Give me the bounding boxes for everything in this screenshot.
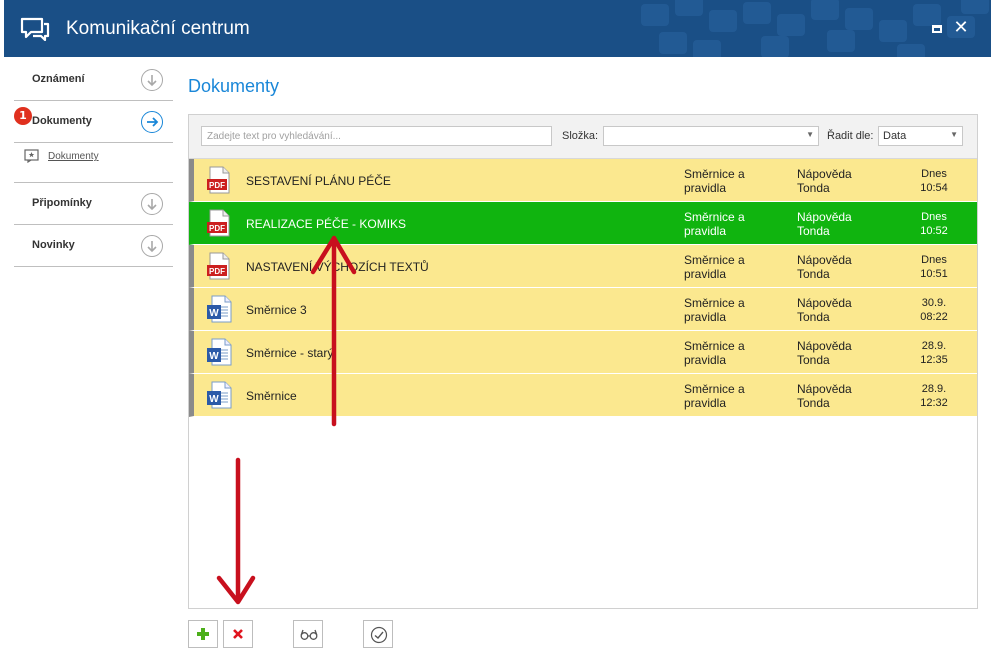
sidebar-subitem-dokumenty[interactable]: Dokumenty bbox=[14, 143, 173, 183]
pdf-file-icon: PDF bbox=[207, 209, 230, 237]
maximize-button[interactable] bbox=[927, 18, 947, 38]
sidebar-item-label: Oznámení bbox=[32, 73, 85, 85]
document-author: Nápověda Tonda bbox=[797, 296, 852, 324]
pdf-icon-text: PDF bbox=[209, 267, 225, 276]
document-date-day: 28.9. bbox=[921, 383, 947, 395]
window-title: Komunikační centrum bbox=[66, 18, 250, 39]
document-date-time: 08:22 bbox=[920, 311, 948, 323]
document-folder: Směrnice a pravidla bbox=[684, 339, 745, 367]
document-date: Dnes 10:54 bbox=[904, 167, 964, 195]
document-row[interactable]: PDF NASTAVENÍ VÝCHOZÍCH TEXTŮ Směrnice a… bbox=[189, 245, 977, 288]
chat-bubbles-icon bbox=[20, 17, 50, 41]
document-star-icon bbox=[24, 149, 39, 163]
check-circle-icon bbox=[370, 626, 388, 644]
maximize-icon bbox=[932, 25, 942, 33]
document-author: Nápověda Tonda bbox=[797, 253, 852, 281]
expand-arrow-icon[interactable] bbox=[141, 235, 163, 257]
sidebar: Oznámení 1 Dokumenty Dokumenty Připomínk… bbox=[14, 59, 173, 267]
notification-badge: 1 bbox=[14, 107, 32, 125]
document-folder: Směrnice a pravidla bbox=[684, 296, 745, 324]
sort-label: Řadit dle: bbox=[827, 130, 874, 142]
close-button[interactable]: ✕ bbox=[951, 18, 971, 38]
communication-center-window: Komunikační centrum ✕ Oznámení 1 Dokumen… bbox=[0, 0, 991, 658]
arrow-right-icon[interactable] bbox=[141, 111, 163, 133]
chevron-down-icon: ▼ bbox=[806, 130, 814, 139]
document-date-time: 10:51 bbox=[920, 268, 948, 280]
delete-x-icon bbox=[233, 629, 243, 639]
document-author: Nápověda Tonda bbox=[797, 167, 852, 195]
plus-icon bbox=[197, 628, 209, 640]
sidebar-item-label: Novinky bbox=[32, 239, 75, 251]
document-date-time: 12:35 bbox=[920, 354, 948, 366]
document-author: Nápověda Tonda bbox=[797, 382, 852, 410]
word-icon-text: W bbox=[209, 308, 219, 319]
sidebar-item-dokumenty[interactable]: 1 Dokumenty bbox=[14, 101, 173, 143]
sidebar-item-novinky[interactable]: Novinky bbox=[14, 225, 173, 267]
pdf-icon-text: PDF bbox=[209, 224, 225, 233]
document-row[interactable]: W Směrnice - starý Směrnice a pravidla N… bbox=[189, 331, 977, 374]
document-folder: Směrnice a pravidla bbox=[684, 210, 745, 238]
folder-select[interactable]: ▼ bbox=[603, 126, 819, 146]
pdf-file-icon: PDF bbox=[207, 166, 230, 194]
document-name: REALIZACE PÉČE - KOMIKS bbox=[246, 217, 407, 231]
documents-panel: Složka: ▼ Řadit dle: Data ▼ PDF SESTAVEN… bbox=[188, 114, 978, 609]
search-input[interactable] bbox=[201, 126, 552, 146]
glasses-icon bbox=[300, 629, 318, 640]
close-icon: ✕ bbox=[953, 17, 969, 38]
document-name: NASTAVENÍ VÝCHOZÍCH TEXTŮ bbox=[246, 260, 429, 274]
document-date-day: Dnes bbox=[921, 168, 947, 180]
document-folder: Směrnice a pravidla bbox=[684, 167, 745, 195]
document-date-day: Dnes bbox=[921, 211, 947, 223]
document-name: Směrnice 3 bbox=[246, 303, 307, 317]
document-row[interactable]: PDF REALIZACE PÉČE - KOMIKS Směrnice a p… bbox=[189, 202, 977, 245]
document-name: Směrnice bbox=[246, 389, 297, 403]
document-list: PDF SESTAVENÍ PLÁNU PÉČE Směrnice a prav… bbox=[189, 159, 977, 417]
document-folder: Směrnice a pravidla bbox=[684, 382, 745, 410]
document-row[interactable]: PDF SESTAVENÍ PLÁNU PÉČE Směrnice a prav… bbox=[189, 159, 977, 202]
folder-label: Složka: bbox=[562, 130, 599, 142]
pdf-icon-text: PDF bbox=[209, 181, 225, 190]
document-date: Dnes 10:52 bbox=[904, 210, 964, 238]
document-author: Nápověda Tonda bbox=[797, 339, 852, 367]
document-date-time: 10:54 bbox=[920, 182, 948, 194]
document-name: SESTAVENÍ PLÁNU PÉČE bbox=[246, 174, 391, 188]
page-title: Dokumenty bbox=[188, 76, 280, 96]
document-date-time: 12:32 bbox=[920, 397, 948, 409]
document-row[interactable]: W Směrnice Směrnice a pravidla Nápověda … bbox=[189, 374, 977, 417]
document-date: 30.9. 08:22 bbox=[904, 296, 964, 324]
document-name: Směrnice - starý bbox=[246, 346, 334, 360]
sidebar-item-oznameni[interactable]: Oznámení bbox=[14, 59, 173, 101]
document-date-day: 30.9. bbox=[921, 297, 947, 309]
add-document-button[interactable] bbox=[188, 620, 218, 648]
document-date: 28.9. 12:35 bbox=[904, 339, 964, 367]
document-date-day: Dnes bbox=[921, 254, 947, 266]
document-row[interactable]: W Směrnice 3 Směrnice a pravidla Nápověd… bbox=[189, 288, 977, 331]
sort-select-value: Data bbox=[883, 130, 907, 142]
delete-document-button[interactable] bbox=[223, 620, 253, 648]
sidebar-subitem-label[interactable]: Dokumenty bbox=[48, 151, 99, 162]
sort-select[interactable]: Data ▼ bbox=[878, 126, 963, 146]
word-icon-text: W bbox=[209, 351, 219, 362]
title-bar: Komunikační centrum ✕ bbox=[4, 0, 991, 57]
sidebar-item-label: Dokumenty bbox=[32, 115, 92, 127]
word-file-icon: W bbox=[207, 381, 232, 409]
document-folder: Směrnice a pravidla bbox=[684, 253, 745, 281]
sidebar-item-pripominky[interactable]: Připomínky bbox=[14, 183, 173, 225]
filter-toolbar: Složka: ▼ Řadit dle: Data ▼ bbox=[189, 115, 977, 159]
expand-arrow-icon[interactable] bbox=[141, 193, 163, 215]
document-author: Nápověda Tonda bbox=[797, 210, 852, 238]
pdf-file-icon: PDF bbox=[207, 252, 230, 280]
word-file-icon: W bbox=[207, 295, 232, 323]
word-file-icon: W bbox=[207, 338, 232, 366]
chevron-down-icon: ▼ bbox=[950, 130, 958, 139]
word-icon-text: W bbox=[209, 394, 219, 405]
document-date: 28.9. 12:32 bbox=[904, 382, 964, 410]
expand-arrow-icon[interactable] bbox=[141, 69, 163, 91]
view-document-button[interactable] bbox=[293, 620, 323, 648]
document-date-time: 10:52 bbox=[920, 225, 948, 237]
document-date-day: 28.9. bbox=[921, 340, 947, 352]
document-date: Dnes 10:51 bbox=[904, 253, 964, 281]
mark-read-button[interactable] bbox=[363, 620, 393, 648]
sidebar-item-label: Připomínky bbox=[32, 197, 92, 209]
